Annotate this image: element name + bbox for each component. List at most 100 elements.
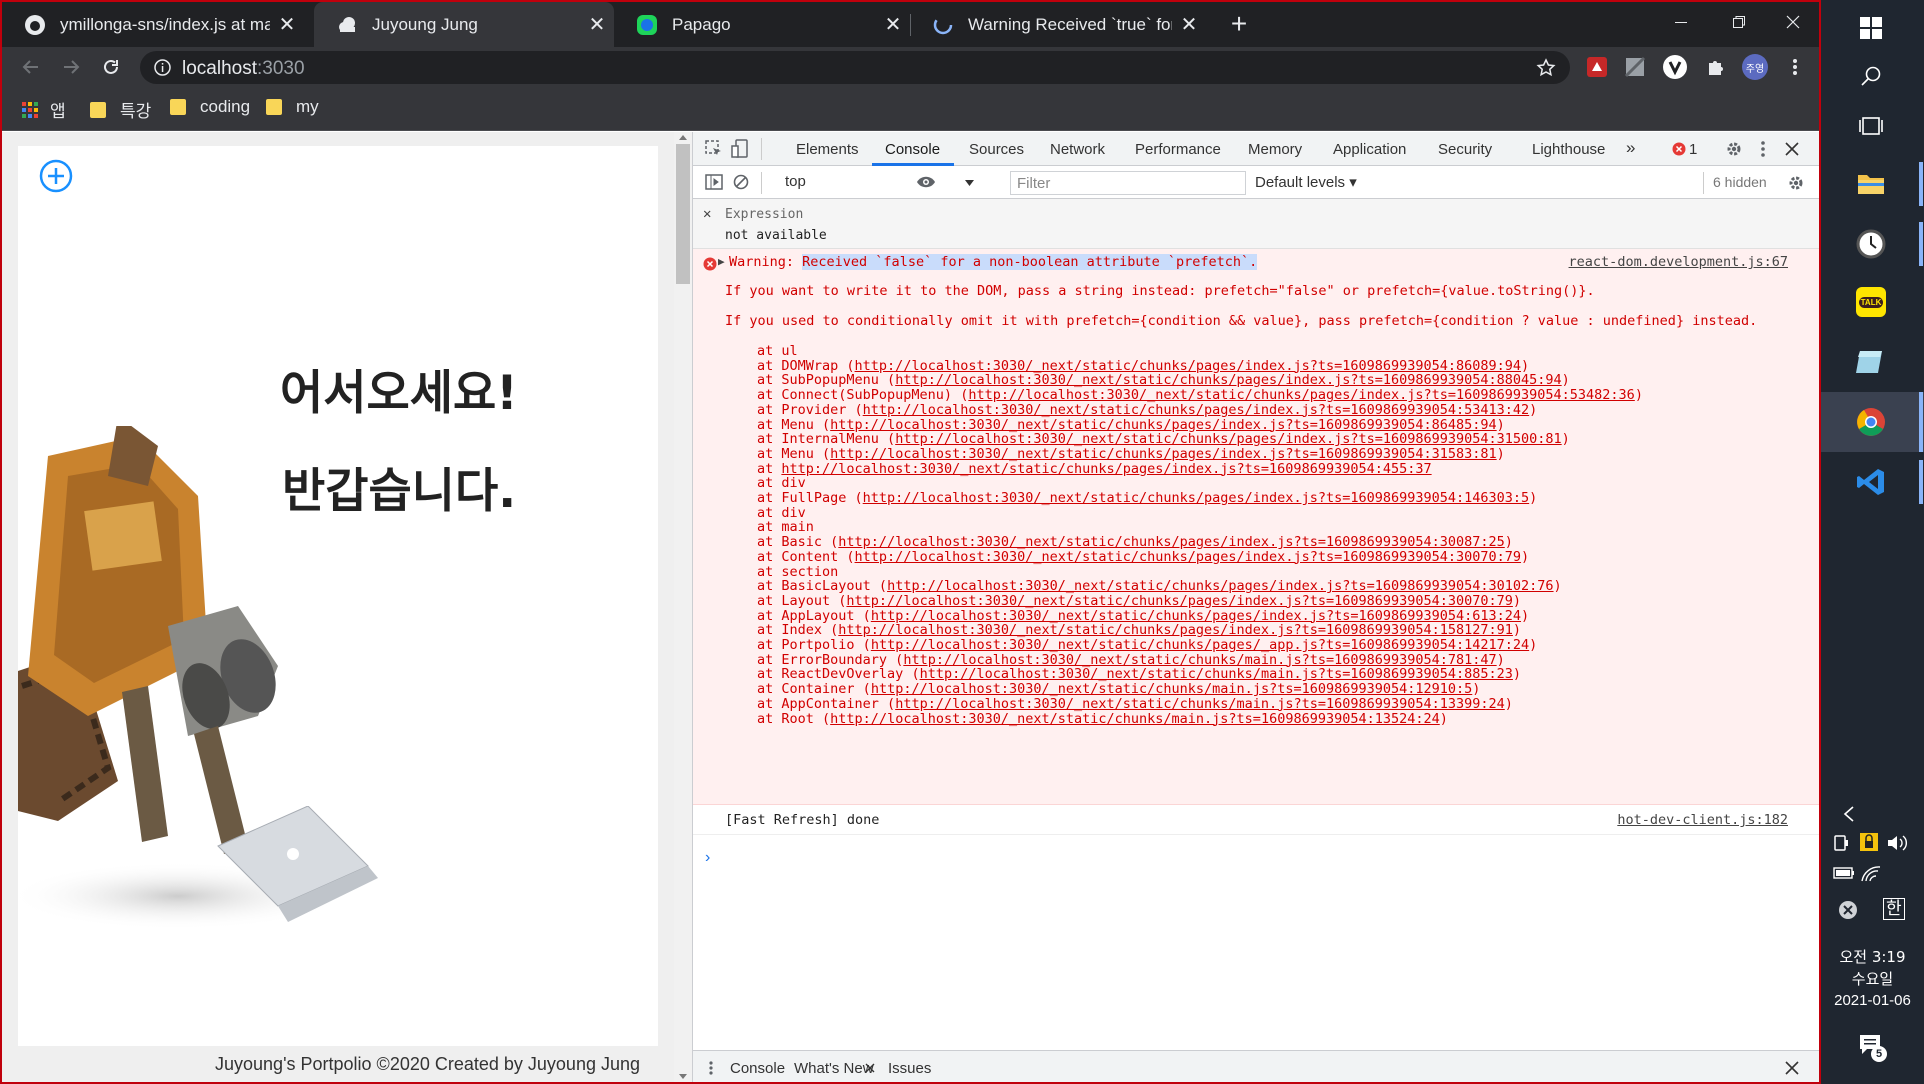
stack-frame-link[interactable]: http://localhost:3030/_next/static/chunk… <box>968 387 1634 403</box>
new-tab-button[interactable]: + <box>1224 2 1254 47</box>
bookmark-apps[interactable]: 앱 <box>22 97 66 122</box>
kakaotalk-button[interactable]: TALK <box>1849 280 1893 324</box>
stack-frame-link[interactable]: http://localhost:3030/_next/static/chunk… <box>838 534 1504 550</box>
wifi-icon[interactable] <box>1861 864 1881 882</box>
tab-lighthouse[interactable]: Lighthouse <box>1532 141 1605 158</box>
drawer-menu-icon[interactable] <box>708 1060 714 1076</box>
stack-frame-link[interactable]: http://localhost:3030/_next/static/chunk… <box>863 490 1529 506</box>
stack-frame-link[interactable]: http://localhost:3030/_next/static/chunk… <box>871 681 1472 697</box>
kebab-menu-icon[interactable] <box>1760 140 1766 158</box>
drawer-tab-issues[interactable]: Issues <box>888 1060 931 1077</box>
minimize-button[interactable] <box>1652 2 1710 42</box>
extensions-button[interactable] <box>1700 52 1730 82</box>
close-drawer-icon[interactable] <box>1785 1061 1799 1075</box>
add-circle-icon[interactable] <box>38 158 74 194</box>
tab-warning[interactable]: Warning Received `true` for non ✕ <box>910 2 1206 47</box>
page-scrollbar[interactable] <box>674 132 692 1082</box>
close-window-button[interactable] <box>1764 2 1819 42</box>
stack-frame-link[interactable]: http://localhost:3030/_next/static/chunk… <box>846 593 1512 609</box>
ime-close-icon[interactable] <box>1838 900 1858 920</box>
stack-frame-link[interactable]: http://localhost:3030/_next/static/chunk… <box>871 637 1529 653</box>
back-button[interactable] <box>16 52 46 82</box>
bookmark-folder-coding[interactable]: coding <box>170 97 250 117</box>
task-view-button[interactable] <box>1849 104 1893 148</box>
tab-sources[interactable]: Sources <box>969 141 1024 158</box>
stack-frame-link[interactable]: http://localhost:3030/_next/static/chunk… <box>830 446 1496 462</box>
scrollbar-thumb[interactable] <box>676 144 690 284</box>
tab-close-button[interactable]: ✕ <box>580 12 614 37</box>
battery-icon[interactable] <box>1833 866 1855 880</box>
stack-frame-link[interactable]: http://localhost:3030/_next/static/chunk… <box>871 608 1521 624</box>
stack-frame-link[interactable]: http://localhost:3030/_next/static/chunk… <box>863 402 1529 418</box>
context-selector[interactable]: top <box>779 170 979 196</box>
error-count[interactable]: 1 <box>1689 141 1697 158</box>
extension-vivaldi[interactable] <box>1660 52 1690 82</box>
tab-security[interactable]: Security <box>1438 141 1492 158</box>
tab-network[interactable]: Network <box>1050 141 1105 158</box>
warning-title[interactable]: Warning: Received `false` for a non-bool… <box>729 254 1258 270</box>
stack-frame-link[interactable]: http://localhost:3030/_next/static/chunk… <box>903 652 1496 668</box>
stack-frame-link[interactable]: http://localhost:3030/_next/static/chunk… <box>895 696 1505 712</box>
system-clock[interactable]: 오전 3:19 수요일 2021-01-06 <box>1821 946 1924 1012</box>
clear-console-icon[interactable] <box>733 174 749 190</box>
reload-button[interactable] <box>96 52 126 82</box>
restore-button[interactable] <box>1710 2 1768 42</box>
stack-frame-link[interactable]: http://localhost:3030/_next/static/chunk… <box>855 549 1521 565</box>
log-source-link[interactable]: hot-dev-client.js:182 <box>1617 812 1788 828</box>
start-button[interactable] <box>1849 6 1893 50</box>
expand-triangle-icon[interactable]: ▶ <box>718 255 725 268</box>
device-icon[interactable] <box>1833 834 1849 852</box>
tab-close-button[interactable]: ✕ <box>876 12 910 37</box>
close-icon[interactable] <box>865 1063 875 1073</box>
tab-console[interactable]: Console <box>885 141 940 158</box>
stack-frame-link[interactable]: http://localhost:3030/_next/static/chunk… <box>830 417 1496 433</box>
close-devtools-icon[interactable] <box>1785 142 1799 156</box>
tab-papago[interactable]: Papago ✕ <box>614 2 910 47</box>
warning-source-link[interactable]: react-dom.development.js:67 <box>1569 254 1788 270</box>
eye-icon[interactable] <box>916 175 936 189</box>
tab-close-button[interactable]: ✕ <box>1172 12 1206 37</box>
chrome-taskbar-button[interactable] <box>1849 400 1893 444</box>
drawer-tab-console[interactable]: Console <box>730 1060 785 1077</box>
expression-label[interactable]: Expression <box>725 207 803 222</box>
volume-icon[interactable] <box>1887 834 1909 852</box>
scroll-down-icon[interactable] <box>679 1074 687 1080</box>
tab-elements[interactable]: Elements <box>796 141 859 158</box>
tab-performance[interactable]: Performance <box>1135 141 1221 158</box>
notes-app-button[interactable] <box>1849 340 1893 384</box>
action-center-button[interactable]: 5 <box>1859 1034 1887 1062</box>
extension-red[interactable] <box>1582 52 1612 82</box>
profile-button[interactable]: 주영 <box>1740 52 1770 82</box>
log-levels-dropdown[interactable]: Default levels ▾ <box>1255 173 1357 191</box>
stack-frame-link[interactable]: http://localhost:3030/_next/static/chunk… <box>838 622 1513 638</box>
settings-gear-icon[interactable] <box>1725 140 1743 158</box>
tab-github[interactable]: ymillonga-sns/index.js at main · ✕ <box>2 2 304 47</box>
clock-app-button[interactable] <box>1849 222 1893 266</box>
bookmark-folder-my[interactable]: my <box>266 97 319 117</box>
drawer-tab-whats-new[interactable]: What's New <box>794 1060 874 1077</box>
console-settings-icon[interactable] <box>1787 174 1805 192</box>
stack-frame-link[interactable]: http://localhost:3030/_next/static/chunk… <box>887 578 1553 594</box>
search-button[interactable] <box>1849 54 1893 98</box>
device-toolbar-icon[interactable] <box>731 139 749 159</box>
chrome-menu-button[interactable] <box>1780 52 1810 82</box>
stack-frame-link[interactable]: http://localhost:3030/_next/static/chunk… <box>855 358 1521 374</box>
sidebar-toggle-icon[interactable] <box>705 174 723 190</box>
chevron-left-icon[interactable] <box>1843 806 1855 822</box>
inspect-element-icon[interactable] <box>705 140 723 158</box>
stack-frame-link[interactable]: http://localhost:3030/_next/static/chunk… <box>830 711 1440 727</box>
stack-frame-link[interactable]: http://localhost:3030/_next/static/chunk… <box>895 431 1561 447</box>
tab-juyoung[interactable]: Juyoung Jung ✕ <box>314 2 614 47</box>
bookmark-star-icon[interactable] <box>1536 58 1556 78</box>
stack-frame-link[interactable]: http://localhost:3030/_next/static/chunk… <box>920 666 1513 682</box>
lock-icon[interactable] <box>1859 832 1879 852</box>
console-prompt[interactable]: › <box>705 849 710 867</box>
ime-indicator[interactable]: 한 <box>1883 898 1905 920</box>
stack-frame-link[interactable]: http://localhost:3030/_next/static/chunk… <box>895 372 1561 388</box>
stack-frame-link[interactable]: http://localhost:3030/_next/static/chunk… <box>781 461 1431 477</box>
file-explorer-button[interactable] <box>1849 162 1893 206</box>
bookmark-folder-special[interactable]: 특강 <box>90 97 151 122</box>
extension-gray[interactable] <box>1620 52 1650 82</box>
vscode-button[interactable] <box>1849 460 1893 504</box>
tab-memory[interactable]: Memory <box>1248 141 1302 158</box>
